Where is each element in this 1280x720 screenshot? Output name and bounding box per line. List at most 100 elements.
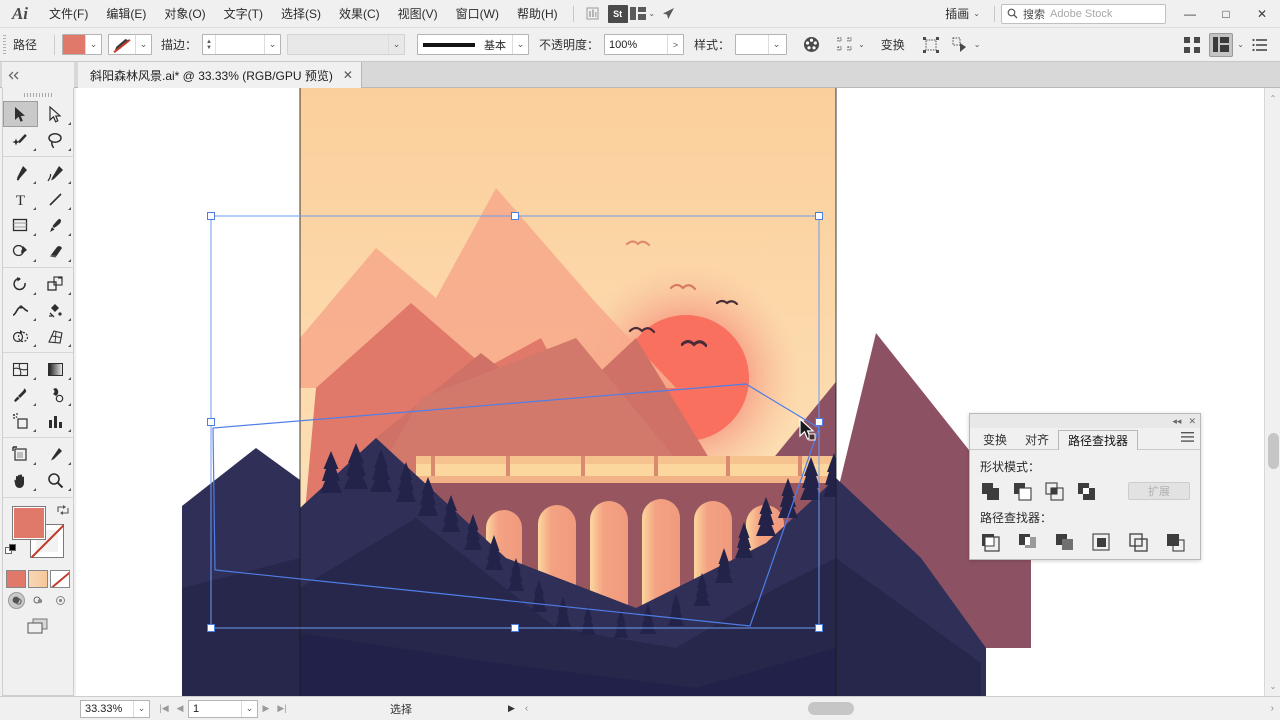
menu-edit[interactable]: 编辑(E) <box>97 0 155 28</box>
collapse-icon[interactable]: ◂◂ <box>1172 416 1181 426</box>
width-tool[interactable] <box>3 297 38 323</box>
stroke-style-select[interactable]: 基本 ⌄ <box>417 34 530 55</box>
fill-color-picker[interactable]: ⌄ <box>62 34 103 55</box>
stroke-profile-select[interactable]: ⌄ <box>287 34 406 55</box>
swap-fill-stroke-icon[interactable] <box>57 504 69 516</box>
scale-tool[interactable] <box>38 271 73 297</box>
stroke-color-picker[interactable]: ⌄ <box>108 34 153 55</box>
vertical-scrollbar[interactable]: ⌃ ⌄ <box>1264 88 1280 696</box>
paintbrush-tool[interactable] <box>38 212 73 238</box>
search-adobe-stock-input[interactable]: 搜索 Adobe Stock <box>1001 3 1166 24</box>
symbol-sprayer-tool[interactable] <box>3 408 38 434</box>
isolate-selected-icon[interactable] <box>919 33 943 57</box>
color-swatch-button[interactable] <box>6 570 26 588</box>
bridge-icon[interactable] <box>582 4 604 24</box>
scroll-up-icon[interactable]: ⌃ <box>1265 90 1280 106</box>
lasso-tool[interactable] <box>38 127 73 153</box>
vertical-scroll-thumb[interactable] <box>1268 433 1279 469</box>
minimize-button[interactable]: — <box>1172 0 1208 28</box>
intersect-button[interactable] <box>1044 481 1064 501</box>
menu-type[interactable]: 文字(T) <box>215 0 272 28</box>
chevron-down-icon[interactable]: ⌄ <box>135 35 151 54</box>
eyedropper-tool[interactable] <box>3 382 38 408</box>
shape-builder-tool[interactable] <box>3 323 38 349</box>
opacity-options-icon[interactable]: > <box>667 35 683 54</box>
zoom-level-input[interactable]: 33.33% ⌄ <box>80 699 150 718</box>
graphic-style-select[interactable]: ⌄ <box>735 34 788 55</box>
document-canvas[interactable] <box>76 88 1280 696</box>
select-similar-icon[interactable] <box>949 33 973 57</box>
stepper-icon[interactable]: ▲ ▼ <box>203 35 217 54</box>
tab-transform[interactable]: 变换 <box>974 430 1016 450</box>
close-icon[interactable]: ✕ <box>343 69 353 81</box>
artboard-tool[interactable] <box>3 441 38 467</box>
recolor-artwork-icon[interactable] <box>799 33 823 57</box>
minus-front-button[interactable] <box>1012 481 1032 501</box>
opacity-input[interactable]: 100% > <box>604 34 685 55</box>
expand-button[interactable]: 扩展 <box>1128 482 1190 500</box>
transform-button[interactable]: 变换 <box>873 36 913 53</box>
column-graph-tool[interactable] <box>38 408 73 434</box>
draw-behind-button[interactable] <box>30 592 47 609</box>
selection-tool[interactable] <box>3 101 38 127</box>
prev-artboard-button[interactable]: ◀ <box>172 700 188 718</box>
free-transform-tool[interactable] <box>38 297 73 323</box>
chevron-down-icon[interactable]: ⌄ <box>264 35 280 54</box>
rotate-tool[interactable] <box>3 271 38 297</box>
tools-panel-grip[interactable] <box>3 88 73 101</box>
control-bar-grip[interactable] <box>0 28 9 62</box>
chevron-down-icon[interactable]: ⌄ <box>133 700 149 717</box>
minus-back-button[interactable] <box>1165 532 1185 552</box>
adobe-stock-icon[interactable]: St <box>607 4 628 23</box>
eraser-tool[interactable] <box>38 238 73 264</box>
artboard-number-input[interactable]: 1 ⌄ <box>188 699 258 718</box>
chevron-down-icon[interactable]: ⌄ <box>858 40 865 49</box>
chevron-down-icon[interactable]: ⌄ <box>974 40 981 49</box>
close-button[interactable]: ✕ <box>1244 0 1280 28</box>
panel-titlebar[interactable]: ◂◂ ✕ <box>970 414 1200 428</box>
chevron-down-icon[interactable]: ⌄ <box>85 35 101 54</box>
chevron-down-icon[interactable]: ⌄ <box>512 35 528 54</box>
horizontal-scroll-thumb[interactable] <box>808 701 855 715</box>
status-menu-icon[interactable]: ▶ <box>508 703 515 714</box>
line-segment-tool[interactable] <box>38 186 73 212</box>
horizontal-scrollbar[interactable] <box>528 697 1270 720</box>
hand-tool[interactable] <box>3 467 38 493</box>
chevron-down-icon[interactable]: ⌄ <box>241 700 257 717</box>
align-icon[interactable] <box>833 33 857 57</box>
maximize-button[interactable]: □ <box>1208 0 1244 28</box>
chevron-down-icon[interactable]: ⌄ <box>768 35 784 54</box>
tab-pathfinder[interactable]: 路径查找器 <box>1058 430 1139 450</box>
scroll-right-icon[interactable]: › <box>1271 703 1274 714</box>
menu-object[interactable]: 对象(O) <box>155 0 214 28</box>
outline-button[interactable] <box>1128 532 1148 552</box>
panel-menu-icon[interactable] <box>1181 432 1194 445</box>
close-icon[interactable]: ✕ <box>1188 416 1196 426</box>
rectangle-tool[interactable] <box>3 212 38 238</box>
tab-align[interactable]: 对齐 <box>1016 430 1058 450</box>
document-tab[interactable]: 斜阳森林风景.ai* @ 33.33% (RGB/GPU 预览) ✕ <box>78 62 362 88</box>
unite-button[interactable] <box>980 481 1000 501</box>
mesh-tool[interactable] <box>3 356 38 382</box>
default-fill-stroke-icon[interactable] <box>5 544 17 556</box>
menu-view[interactable]: 视图(V) <box>389 0 447 28</box>
fill-color-box[interactable] <box>12 506 46 540</box>
trim-button[interactable] <box>1017 532 1037 552</box>
stroke-weight-input[interactable]: ▲ ▼ ⌄ <box>202 34 282 55</box>
direct-selection-tool[interactable] <box>38 101 73 127</box>
screen-mode-icon[interactable] <box>25 618 51 638</box>
none-swatch-button[interactable] <box>50 570 70 588</box>
menu-effect[interactable]: 效果(C) <box>330 0 389 28</box>
draw-inside-button[interactable] <box>52 592 69 609</box>
first-artboard-button[interactable]: |◀ <box>156 700 172 718</box>
blend-tool[interactable] <box>38 382 73 408</box>
chevron-down-icon[interactable]: ⌄ <box>1237 40 1244 49</box>
distribute-icon[interactable] <box>1180 33 1204 57</box>
chevron-down-icon[interactable]: ⌄ <box>388 35 404 54</box>
divide-button[interactable] <box>980 532 1000 552</box>
menu-select[interactable]: 选择(S) <box>272 0 330 28</box>
last-artboard-button[interactable]: ▶| <box>274 700 290 718</box>
magic-wand-tool[interactable] <box>3 127 38 153</box>
perspective-grid-tool[interactable] <box>38 323 73 349</box>
document-menu-icon[interactable] <box>1248 33 1272 57</box>
